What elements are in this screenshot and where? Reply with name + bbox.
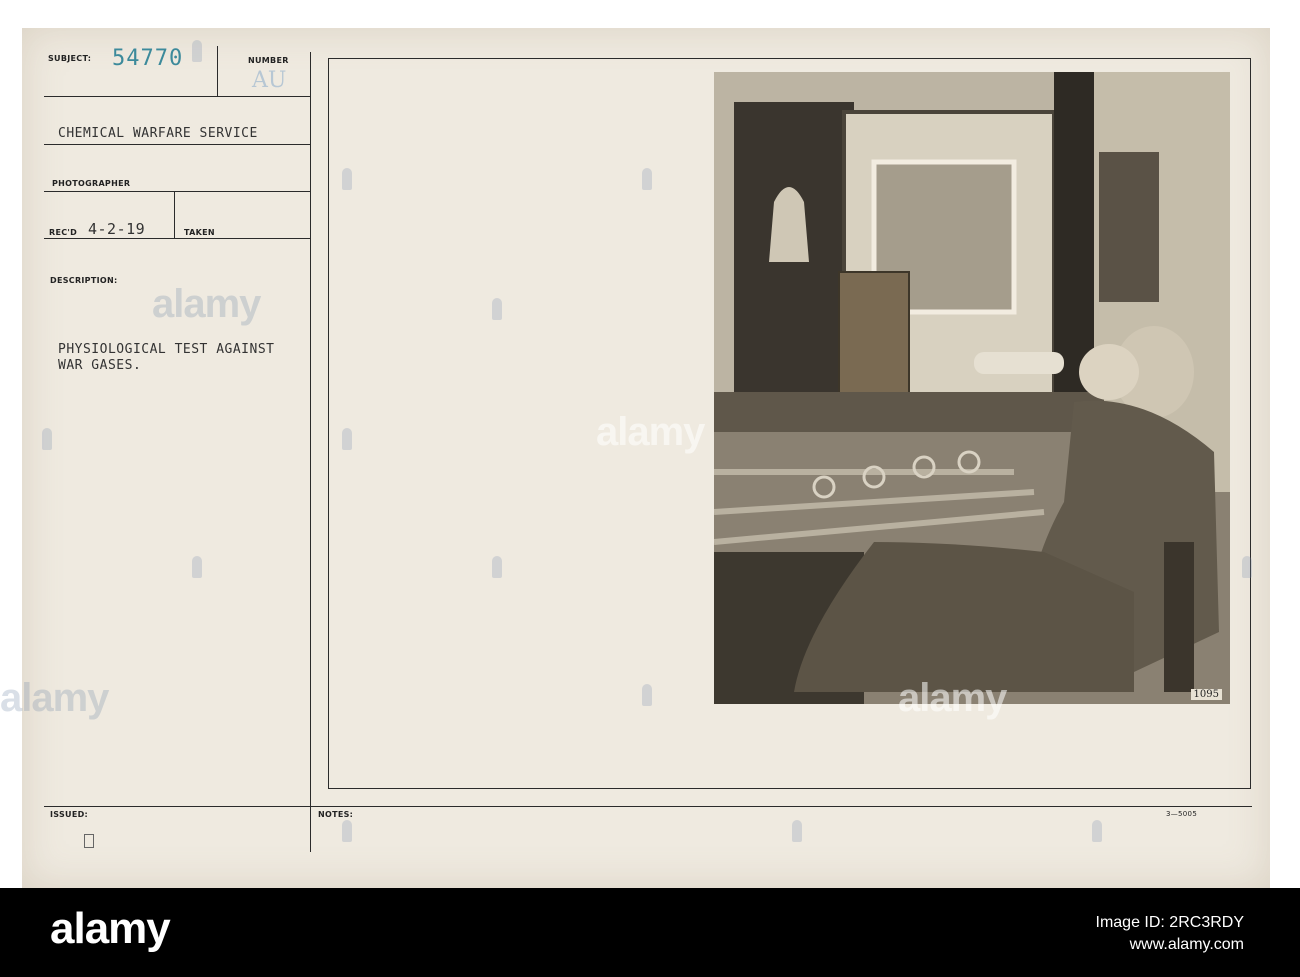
archival-photo: 1095 xyxy=(714,72,1230,704)
description-line-1: PHYSIOLOGICAL TEST AGAINST xyxy=(58,342,275,357)
watermark: alamy xyxy=(596,410,705,454)
footer-brand: alamy xyxy=(50,904,171,953)
divider xyxy=(44,96,310,97)
footer-image-id: Image ID: 2RC3RDY xyxy=(1095,914,1245,931)
frame-border xyxy=(328,58,329,788)
divider xyxy=(44,806,1252,807)
form-code: 3—5005 xyxy=(1166,810,1198,818)
number-label: NUMBER xyxy=(248,56,289,65)
subject-label: SUBJECT: xyxy=(48,54,92,63)
issued-label: ISSUED: xyxy=(50,810,89,819)
photographer-label: PHOTOGRAPHER xyxy=(52,179,131,188)
watermark: alamy xyxy=(152,282,261,326)
watermark-mark xyxy=(342,168,352,190)
frame-border xyxy=(328,58,1250,59)
watermark-mark xyxy=(342,820,352,842)
divider xyxy=(44,238,310,239)
subject-number: 54770 xyxy=(112,46,184,71)
number-value: AU xyxy=(252,68,287,93)
lab-scene-illustration xyxy=(714,72,1230,704)
watermark-mark xyxy=(642,168,652,190)
photo-id: 1095 xyxy=(1190,689,1222,700)
divider xyxy=(44,144,310,145)
footer-site: www.alamy.com xyxy=(1129,936,1244,953)
taken-label: TAKEN xyxy=(184,228,215,237)
watermark: alamy xyxy=(0,676,109,720)
notes-label: NOTES: xyxy=(318,810,354,819)
divider xyxy=(44,191,310,192)
watermark: alamy xyxy=(898,676,1007,720)
issued-stamp-icon xyxy=(84,834,94,848)
recd-label: REC'D xyxy=(49,228,78,237)
service-name: CHEMICAL WARFARE SERVICE xyxy=(58,126,258,141)
description-line-2: WAR GASES. xyxy=(58,358,142,373)
watermark-mark xyxy=(1242,556,1252,578)
watermark-mark xyxy=(492,556,502,578)
frame-border xyxy=(1250,58,1251,788)
divider xyxy=(310,52,311,852)
divider xyxy=(174,192,175,238)
footer-bar xyxy=(0,888,1300,977)
recd-date: 4-2-19 xyxy=(88,220,146,238)
watermark-mark xyxy=(192,556,202,578)
description-label: DESCRIPTION: xyxy=(50,276,118,285)
watermark-mark xyxy=(1092,820,1102,842)
watermark-mark xyxy=(642,684,652,706)
watermark-mark xyxy=(792,820,802,842)
watermark-mark xyxy=(342,428,352,450)
watermark-mark xyxy=(492,298,502,320)
frame-border xyxy=(328,788,1251,789)
divider xyxy=(217,46,218,96)
watermark-mark xyxy=(42,428,52,450)
watermark-mark xyxy=(192,40,202,62)
